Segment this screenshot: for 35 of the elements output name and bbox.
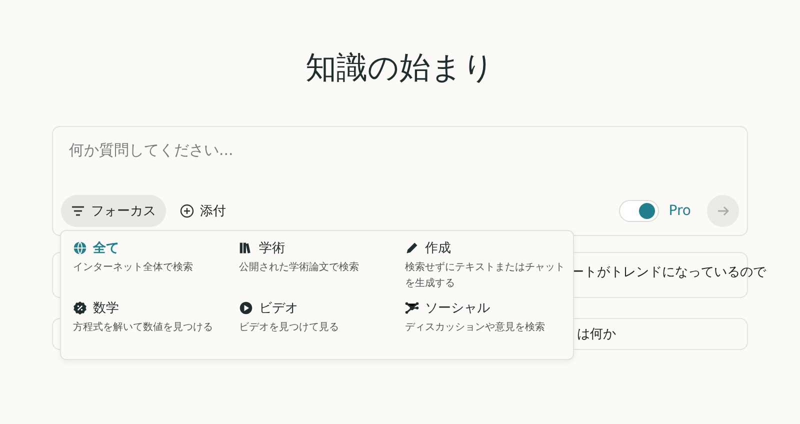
option-label: 作成 [425, 240, 451, 257]
option-label: 数学 [93, 300, 119, 317]
suggestion-text: は何か [577, 326, 616, 343]
focus-option[interactable]: 全て インターネット全体で検索 [73, 239, 233, 299]
option-label: ビデオ [259, 300, 298, 317]
percent-icon [73, 301, 87, 315]
option-label: 全て [93, 240, 119, 257]
option-description: 検索せずにテキストまたはチャットを生成する [405, 260, 565, 291]
network-icon [405, 301, 419, 315]
play-icon [239, 301, 253, 315]
question-input[interactable]: 何か質問してください... [61, 141, 477, 159]
filter-icon [71, 205, 85, 217]
globe-icon [73, 241, 87, 255]
focus-option[interactable]: 作成 検索せずにテキストまたはチャットを生成する [405, 239, 565, 299]
focus-option[interactable]: ビデオ ビデオを見つけて見る [239, 299, 399, 359]
option-label: ソーシャル [425, 300, 490, 317]
books-icon [239, 241, 253, 255]
focus-option[interactable]: 数学 方程式を解いて数値を見つける [73, 299, 233, 359]
option-description: ビデオを見つけて見る [239, 321, 340, 335]
focus-option[interactable]: 学術 公開された学術論文で検索 [239, 239, 399, 299]
focus-button[interactable]: フォーカス [61, 195, 166, 227]
option-description: 方程式を解いて数値を見つける [73, 320, 214, 335]
arrow-right-icon [716, 204, 730, 218]
pencil-icon [405, 241, 419, 255]
attach-button[interactable]: 添付 [170, 195, 236, 227]
page-title: 知識の始まり [306, 49, 494, 88]
pro-toggle[interactable] [618, 200, 659, 222]
plus-circle-icon [180, 204, 194, 218]
focus-option[interactable]: ソーシャル ディスカッションや意見を検索 [405, 299, 565, 359]
option-description: ディスカッションや意見を検索 [405, 320, 546, 335]
option-description: 公開された学術論文で検索 [239, 260, 360, 275]
option-description: インターネット全体で検索 [73, 260, 194, 275]
option-label: 学術 [259, 240, 285, 257]
pro-label: Pro [668, 203, 691, 219]
question-field[interactable]: 何か質問してください... フォーカス 添付 Pro [52, 126, 748, 236]
